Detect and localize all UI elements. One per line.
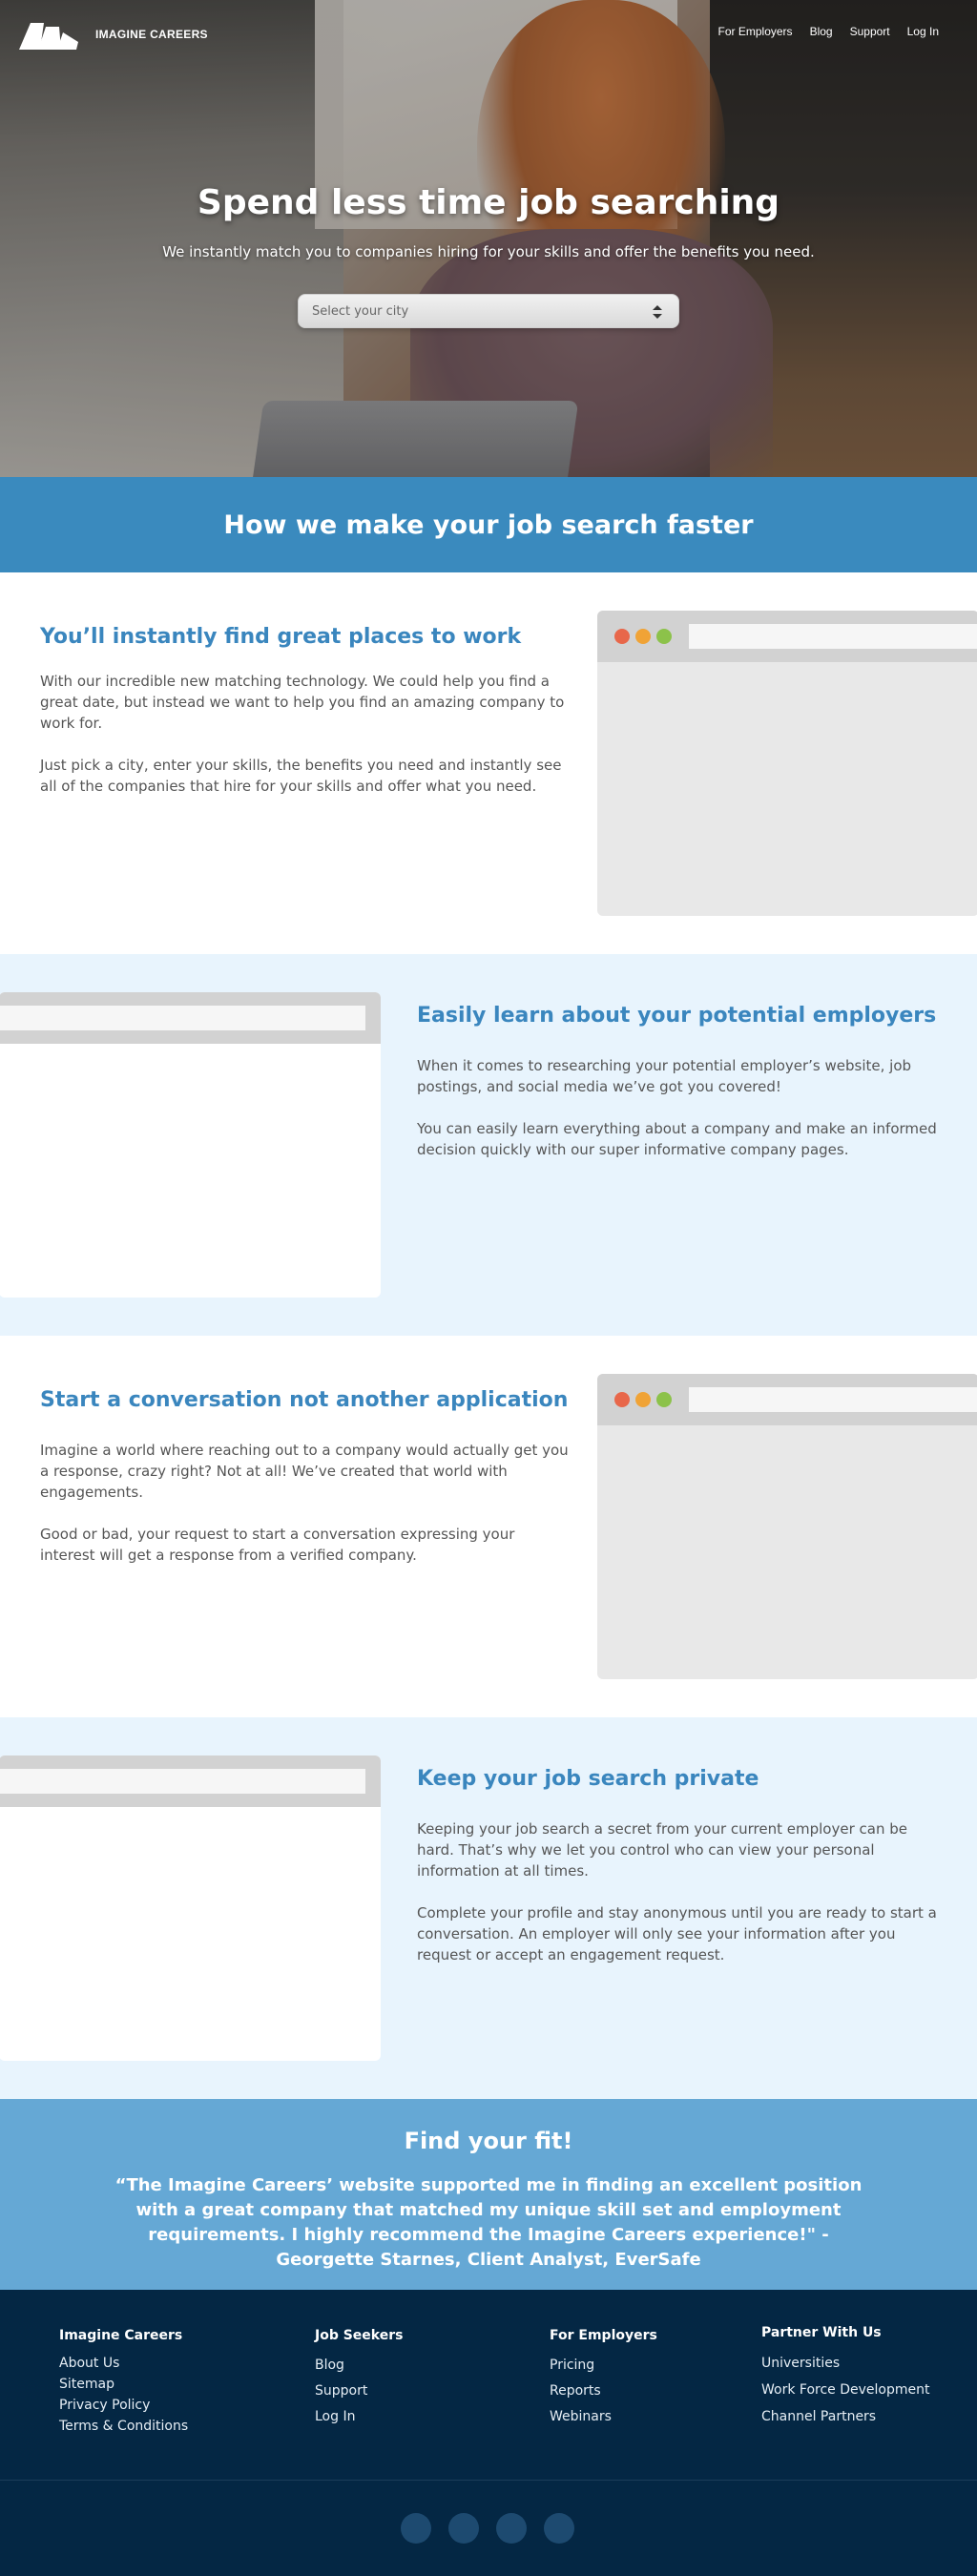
footer-link-reports[interactable]: Reports	[550, 2379, 657, 2404]
window-maximize-dot-icon	[656, 629, 672, 644]
footer-column-for-employers: For Employers Pricing Reports Webinars	[550, 2328, 657, 2430]
footer-link-privacy-policy[interactable]: Privacy Policy	[59, 2395, 188, 2416]
browser-address-bar	[689, 624, 977, 649]
footer-column-title: Job Seekers	[315, 2328, 404, 2343]
footer-link-work-force-development[interactable]: Work Force Development	[761, 2377, 929, 2403]
footer-column-imagine-careers: Imagine Careers About Us Sitemap Privacy…	[59, 2328, 188, 2437]
hero-overlay	[0, 0, 977, 477]
social-icon-1[interactable]	[401, 2513, 431, 2544]
feature-paragraph: When it comes to researching your potent…	[417, 1057, 912, 1095]
window-close-dot-icon	[614, 1392, 630, 1407]
site-logo[interactable]: IMAGINE CAREERS	[19, 19, 208, 50]
hero-title: Spend less time job searching	[197, 183, 780, 222]
hero-subtitle: We instantly match you to companies hiri…	[162, 243, 815, 260]
city-select-dropdown[interactable]: Select your city	[298, 294, 679, 328]
browser-mockup	[0, 1755, 381, 2061]
footer-column-title: For Employers	[550, 2328, 657, 2343]
banner-title: How we make your job search faster	[223, 509, 754, 540]
browser-mockup	[597, 611, 977, 916]
footer-link-support[interactable]: Support	[315, 2379, 403, 2404]
logo-mark-icon	[19, 23, 78, 50]
footer-link-blog[interactable]: Blog	[315, 2353, 403, 2379]
footer-column-title: Partner With Us	[761, 2325, 882, 2340]
nav-link-support[interactable]: Support	[850, 25, 890, 38]
window-maximize-dot-icon	[656, 1392, 672, 1407]
testimonial-title: Find your fit!	[404, 2128, 573, 2154]
browser-address-bar	[0, 1006, 365, 1030]
window-minimize-dot-icon	[635, 629, 651, 644]
footer-link-webinars[interactable]: Webinars	[550, 2404, 657, 2430]
social-icon-3[interactable]	[496, 2513, 527, 2544]
social-links	[401, 2513, 574, 2544]
browser-address-bar	[689, 1387, 977, 1412]
feature-title: You’ll instantly find great places to wo…	[40, 625, 522, 649]
browser-mockup	[597, 1374, 977, 1679]
nav-link-for-employers[interactable]: For Employers	[718, 25, 793, 38]
logo-text: IMAGINE CAREERS	[95, 28, 208, 41]
testimonial-quote: “The Imagine Careers’ website supported …	[114, 2175, 863, 2270]
window-minimize-dot-icon	[635, 1392, 651, 1407]
feature-paragraph: With our incredible new matching technol…	[40, 673, 565, 732]
nav-link-log-in[interactable]: Log In	[907, 25, 939, 38]
select-arrows-icon	[653, 305, 662, 319]
window-close-dot-icon	[614, 629, 630, 644]
feature-paragraph: Keeping your job search a secret from yo…	[417, 1820, 907, 1880]
footer-column-partner-with-us: Partner With Us Universities Work Force …	[761, 2325, 929, 2430]
top-navigation-bar: IMAGINE CAREERS For Employers Blog Suppo…	[0, 0, 977, 67]
footer-link-universities[interactable]: Universities	[761, 2350, 929, 2377]
feature-paragraph: You can easily learn everything about a …	[417, 1120, 937, 1158]
feature-paragraph: Imagine a world where reaching out to a …	[40, 1442, 569, 1501]
footer-link-pricing[interactable]: Pricing	[550, 2353, 657, 2379]
feature-title: Keep your job search private	[417, 1767, 759, 1791]
browser-address-bar	[0, 1769, 365, 1794]
feature-section-private-search: Keep your job search private Keeping you…	[0, 1717, 977, 2099]
site-footer: Imagine Careers About Us Sitemap Privacy…	[0, 2290, 977, 2576]
city-select-placeholder: Select your city	[312, 303, 409, 319]
footer-divider	[0, 2480, 977, 2481]
footer-column-title: Imagine Careers	[59, 2328, 183, 2343]
feature-section-start-conversation: Start a conversation not another applica…	[0, 1336, 977, 1717]
feature-title: Start a conversation not another applica…	[40, 1388, 569, 1412]
social-icon-2[interactable]	[448, 2513, 479, 2544]
footer-link-channel-partners[interactable]: Channel Partners	[761, 2403, 929, 2430]
how-it-works-banner: How we make your job search faster	[0, 477, 977, 572]
feature-paragraph: Just pick a city, enter your skills, the…	[40, 757, 562, 795]
footer-column-job-seekers: Job Seekers Blog Support Log In	[315, 2328, 403, 2430]
footer-link-sitemap[interactable]: Sitemap	[59, 2374, 188, 2395]
main-nav: For Employers Blog Support Log In	[718, 25, 939, 38]
footer-link-terms[interactable]: Terms & Conditions	[59, 2416, 188, 2437]
testimonial-section: Find your fit! “The Imagine Careers’ web…	[0, 2099, 977, 2290]
feature-section-find-places: You’ll instantly find great places to wo…	[0, 572, 977, 954]
feature-title: Easily learn about your potential employ…	[417, 1004, 937, 1028]
nav-link-blog[interactable]: Blog	[810, 25, 833, 38]
hero-section: IMAGINE CAREERS For Employers Blog Suppo…	[0, 0, 977, 477]
browser-mockup	[0, 992, 381, 1298]
feature-paragraph: Complete your profile and stay anonymous…	[417, 1904, 937, 1963]
feature-paragraph: Good or bad, your request to start a con…	[40, 1526, 515, 1564]
footer-link-about-us[interactable]: About Us	[59, 2353, 188, 2374]
footer-link-log-in[interactable]: Log In	[315, 2404, 403, 2430]
social-icon-4[interactable]	[544, 2513, 574, 2544]
feature-section-learn-employers: Easily learn about your potential employ…	[0, 954, 977, 1336]
